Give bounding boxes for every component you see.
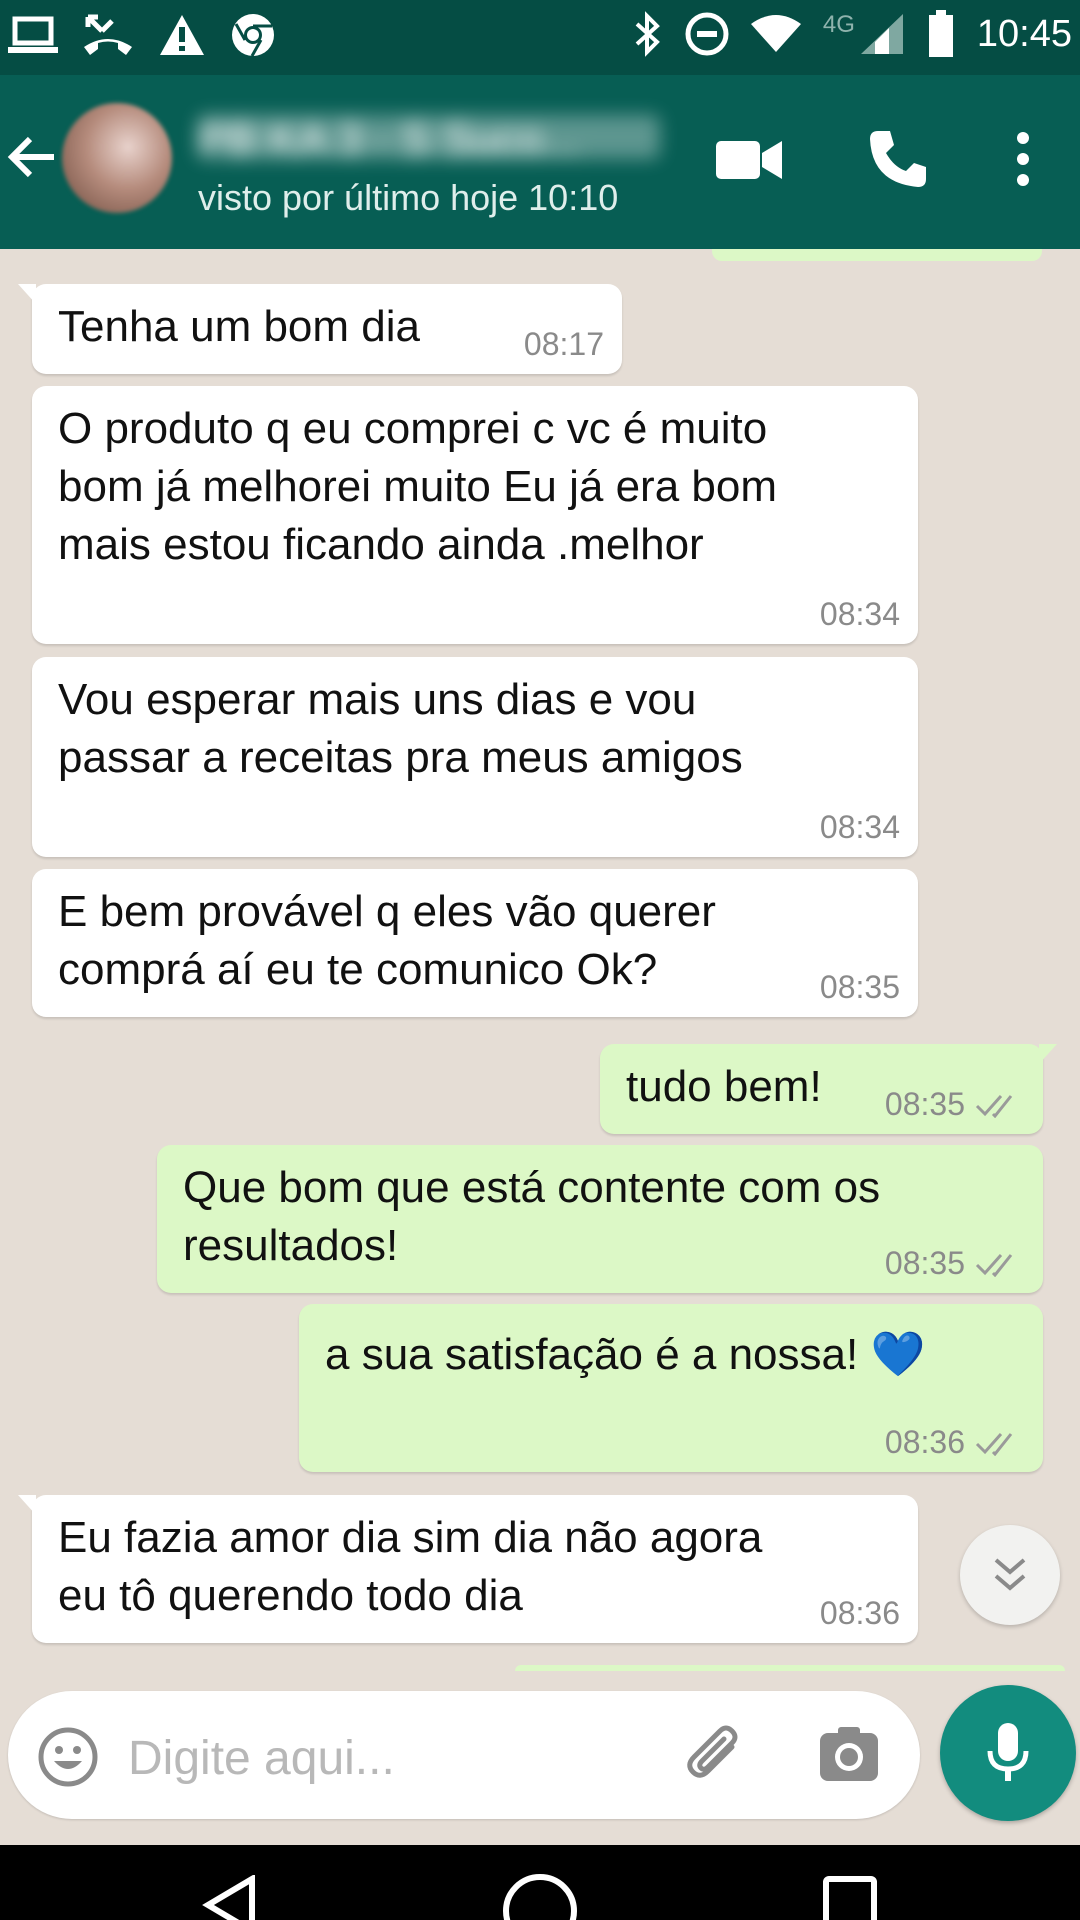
message-time: 08:34 [819, 596, 900, 632]
system-navigation-bar [0, 1845, 1080, 1920]
message-text: tudo bem! [626, 1062, 822, 1111]
message-time: 08:17 [523, 326, 604, 362]
more-options-icon[interactable] [1016, 131, 1030, 187]
message-outgoing[interactable]: a sua satisfação é a nossa! 💙 08:36 [299, 1304, 1043, 1472]
previous-message-edge [712, 249, 1042, 261]
contact-avatar[interactable] [62, 103, 172, 213]
microphone-icon [987, 1723, 1029, 1781]
missed-call-icon [84, 14, 132, 55]
bubble-tail [18, 1495, 36, 1515]
attach-icon[interactable] [680, 1721, 754, 1795]
voice-call-icon[interactable] [866, 129, 928, 191]
message-incoming[interactable]: Vou esperar mais uns dias e vou passar a… [32, 657, 918, 857]
message-text: O produto q eu comprei c vc é muito bom … [58, 404, 777, 569]
message-time: 08:35 [884, 1245, 965, 1281]
last-seen-status[interactable]: visto por último hoje 10:10 [198, 177, 618, 219]
laptop-icon [8, 16, 58, 53]
message-outgoing[interactable]: tudo bem! 08:35 [600, 1044, 1057, 1134]
chrome-icon [232, 14, 274, 57]
message-text: Tenha um bom dia [58, 302, 420, 351]
message-text: Eu fazia amor dia sim dia não agora eu t… [58, 1513, 763, 1620]
video-call-icon[interactable] [716, 137, 782, 183]
bubble-tail [1039, 1044, 1057, 1064]
composer [0, 1671, 1080, 1845]
message-text: E bem provável q eles vão querer comprá … [58, 887, 716, 994]
scroll-to-bottom-button[interactable] [960, 1525, 1060, 1625]
dnd-icon [685, 12, 729, 56]
wifi-icon [750, 15, 801, 52]
chevron-double-down-icon [994, 1558, 1026, 1591]
read-receipt-icon [975, 1433, 1013, 1456]
bluetooth-icon [635, 11, 660, 57]
message-input[interactable] [128, 1731, 648, 1786]
contact-name[interactable]: PB KA 3 - S Suco... [198, 115, 660, 159]
message-text: Vou esperar mais uns dias e vou passar a… [58, 675, 743, 782]
nav-back-icon[interactable] [200, 1875, 260, 1920]
message-incoming[interactable]: Eu fazia amor dia sim dia não agora eu t… [18, 1495, 918, 1643]
battery-icon [928, 10, 953, 57]
message-text: a sua satisfação é a nossa! 💙 [325, 1330, 926, 1379]
emoji-icon[interactable] [36, 1725, 100, 1789]
message-outgoing[interactable]: Que bom que está contente com os resulta… [157, 1145, 1043, 1293]
nav-recents-icon[interactable] [822, 1875, 878, 1920]
read-receipt-icon [975, 1254, 1013, 1277]
bubble-tail [18, 284, 36, 304]
voice-message-button[interactable] [940, 1685, 1076, 1821]
message-incoming[interactable]: O produto q eu comprei c vc é muito bom … [32, 386, 918, 644]
message-time: 08:35 [819, 969, 900, 1005]
status-bar: 4G 10:45 [0, 0, 1080, 75]
message-text: Que bom que está contente com os resulta… [183, 1163, 881, 1270]
message-time: 08:35 [884, 1086, 965, 1122]
message-time: 08:34 [819, 809, 900, 845]
message-time: 08:36 [819, 1595, 900, 1631]
signal-icon [860, 14, 903, 54]
message-time: 08:36 [884, 1424, 965, 1460]
read-receipt-icon [975, 1095, 1013, 1118]
message-input-container[interactable] [8, 1691, 920, 1819]
message-incoming[interactable]: Tenha um bom dia 08:17 [18, 284, 622, 374]
camera-icon[interactable] [818, 1725, 880, 1783]
nav-home-icon[interactable] [500, 1871, 580, 1920]
status-time: 10:45 [976, 12, 1072, 55]
message-list[interactable]: Tenha um bom dia 08:17 O produto q eu co… [0, 249, 1080, 1671]
back-arrow-icon[interactable] [6, 131, 58, 183]
network-type: 4G [822, 11, 855, 38]
message-incoming[interactable]: E bem provável q eles vão querer comprá … [32, 869, 918, 1017]
chat-header: PB KA 3 - S Suco... visto por último hoj… [0, 75, 1080, 249]
warning-icon [160, 15, 204, 55]
